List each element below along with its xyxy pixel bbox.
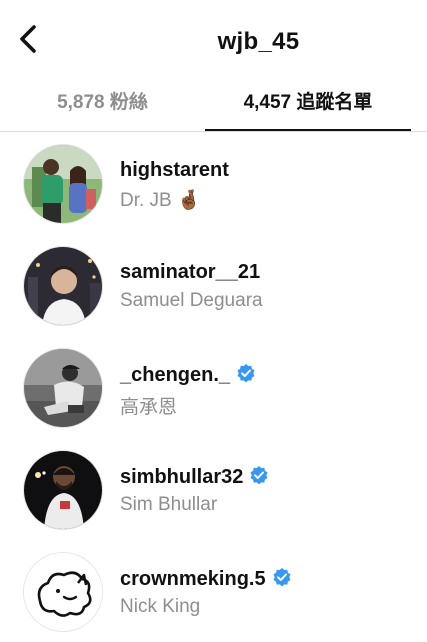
avatar[interactable] [23, 348, 103, 428]
avatar[interactable] [23, 552, 103, 632]
list-item[interactable]: saminator__21 Samuel Deguara [0, 234, 427, 336]
verified-badge-icon [272, 567, 292, 593]
verified-badge-icon [249, 465, 269, 491]
username: highstarent [120, 159, 229, 181]
tab-followers[interactable]: 5,878 粉絲 [0, 80, 205, 132]
username: crownmeking.5 [120, 567, 292, 593]
verified-badge-icon [236, 363, 256, 389]
page-title: wjb_45 [217, 28, 300, 55]
username: saminator__21 [120, 261, 261, 283]
full-name: Nick King [120, 596, 201, 617]
list-item[interactable]: highstarent Dr. JB 🤞🏾 [0, 132, 427, 234]
tab-bar: 5,878 粉絲 4,457 追蹤名單 [0, 80, 427, 132]
full-name: 高承恩 [120, 397, 178, 418]
list-item[interactable]: simbhullar32 Sim Bhullar [0, 438, 427, 540]
avatar[interactable] [23, 450, 103, 530]
username-text: crownmeking.5 [120, 568, 266, 590]
top-bar: wjb_45 [0, 0, 427, 80]
avatar[interactable] [23, 246, 103, 326]
username: _chengen._ [120, 363, 256, 389]
full-name-text: Dr. JB [120, 190, 172, 211]
crossed-fingers-icon: 🤞🏾 [177, 190, 201, 211]
full-name: Sim Bhullar [120, 494, 218, 515]
tab-following[interactable]: 4,457 追蹤名單 [205, 80, 411, 132]
list-item[interactable]: crownmeking.5 Nick King [0, 540, 427, 642]
avatar[interactable] [23, 144, 103, 224]
full-name: Dr. JB 🤞🏾 [120, 188, 201, 212]
username: simbhullar32 [120, 465, 269, 491]
full-name: Samuel Deguara [120, 290, 263, 311]
username-text: simbhullar32 [120, 466, 244, 488]
list-item[interactable]: _chengen._ 高承恩 [0, 336, 427, 438]
username-text: _chengen._ [120, 364, 231, 386]
